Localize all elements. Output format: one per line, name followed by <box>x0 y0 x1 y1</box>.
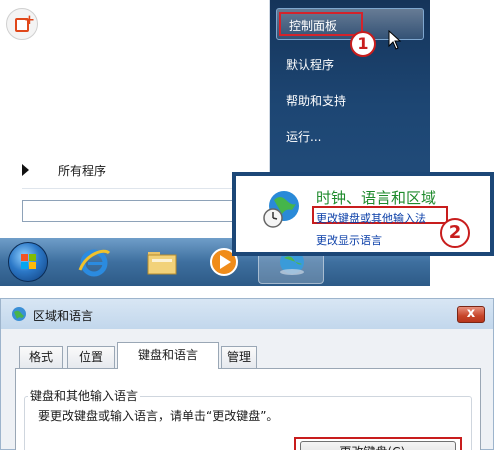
tab-administrative[interactable]: 管理 <box>221 346 257 368</box>
all-programs-item[interactable]: 所有程序 <box>22 160 262 182</box>
start-menu-screenshot: 所有程序 + 控制面板 默认程序 帮助和支持 运行... 1 时钟、语言和区域 … <box>0 0 494 286</box>
site-logo-icon: + <box>6 8 38 40</box>
menu-item-label: 控制面板 <box>289 19 338 33</box>
tab-format[interactable]: 格式 <box>19 346 63 368</box>
menu-item-run[interactable]: 运行... <box>286 128 321 145</box>
triangle-right-icon <box>22 164 29 176</box>
close-button[interactable]: x <box>457 306 485 323</box>
mouse-cursor-icon <box>388 30 402 50</box>
tab-keyboard-language[interactable]: 键盘和语言 <box>117 342 219 369</box>
step-2-badge: 2 <box>440 218 470 248</box>
dialog-titlebar[interactable]: 区域和语言 x <box>1 299 493 329</box>
change-keyboard-input-link[interactable]: 更改键盘或其他输入法 <box>316 210 426 226</box>
change-display-language-link[interactable]: 更改显示语言 <box>316 232 382 248</box>
popup-title: 时钟、语言和区域 <box>316 189 437 207</box>
start-button[interactable] <box>8 242 48 282</box>
menu-item-help-support[interactable]: 帮助和支持 <box>286 92 346 109</box>
dialog-title: 区域和语言 <box>33 309 94 323</box>
menu-item-default-programs[interactable]: 默认程序 <box>286 56 334 73</box>
folder-icon[interactable] <box>144 244 180 280</box>
start-menu-left-pane: 所有程序 <box>8 0 270 238</box>
group-description: 要更改键盘或输入语言，请单击“更改键盘”。 <box>38 409 279 423</box>
globe-clock-icon <box>263 191 299 228</box>
tab-location[interactable]: 位置 <box>67 346 115 368</box>
group-label: 键盘和其他输入语言 <box>28 387 141 404</box>
keyboard-language-panel: 键盘和其他输入语言 要更改键盘或输入语言，请单击“更改键盘”。 更改键盘(C).… <box>15 368 481 450</box>
internet-explorer-icon[interactable] <box>76 244 112 280</box>
change-keyboard-button[interactable]: 更改键盘(C)... <box>300 441 456 450</box>
region-language-dialog: 区域和语言 x 格式 位置 键盘和语言 管理 键盘和其他输入语言 要更改键盘或输… <box>0 298 494 450</box>
step-1-badge: 1 <box>350 31 376 57</box>
windows-logo-icon <box>21 254 36 269</box>
region-globe-icon <box>12 307 26 321</box>
all-programs-label: 所有程序 <box>58 164 107 178</box>
